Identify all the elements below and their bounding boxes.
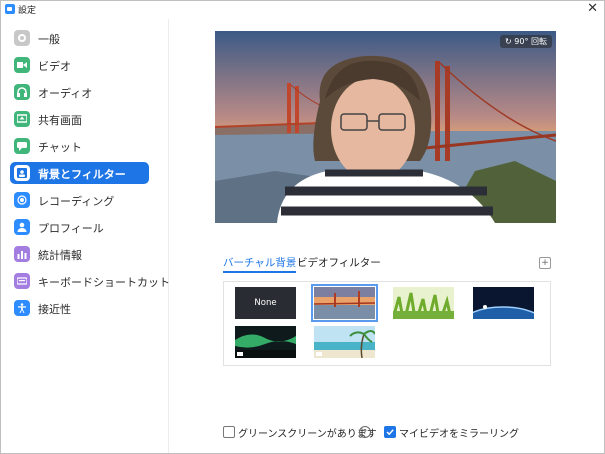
sidebar-item-label: プロフィール xyxy=(38,222,104,235)
gear-icon xyxy=(14,30,30,46)
mirror-video-label: マイビデオをミラーリング xyxy=(399,429,519,440)
title-bar: 設定 ✕ xyxy=(1,1,604,18)
video-camera-icon xyxy=(14,57,30,73)
sidebar-item-accessibility[interactable]: 接近性 xyxy=(10,297,149,319)
sidebar-item-audio[interactable]: オーディオ xyxy=(10,81,149,103)
keyboard-icon xyxy=(14,273,30,289)
tab-video-filters[interactable]: ビデオフィルター xyxy=(297,255,381,270)
sidebar-item-chat[interactable]: チャット xyxy=(10,135,149,157)
background-thumb-none[interactable]: None xyxy=(235,287,296,319)
sidebar-item-label: 背景とフィルター xyxy=(38,168,126,181)
window-title: 設定 xyxy=(18,6,37,16)
background-thumb-earth[interactable] xyxy=(473,287,534,319)
headphones-icon xyxy=(14,84,30,100)
sidebar-item-label: ビデオ xyxy=(38,60,71,73)
sidebar-item-label: レコーディング xyxy=(38,195,115,208)
sidebar-item-label: 統計情報 xyxy=(38,249,82,262)
sidebar-item-label: オーディオ xyxy=(38,87,93,100)
profile-icon xyxy=(14,219,30,235)
sidebar-item-label: 接近性 xyxy=(38,303,71,316)
bar-chart-icon xyxy=(14,246,30,262)
background-thumb-golden-gate[interactable] xyxy=(311,284,378,322)
sidebar-item-profile[interactable]: プロフィール xyxy=(10,216,149,238)
settings-sidebar: 一般 ビデオ オーディオ 共有画面 チャット 背景とフィルター レコーディング … xyxy=(1,19,170,453)
sidebar-item-general[interactable]: 一般 xyxy=(10,27,149,49)
sidebar-item-label: 一般 xyxy=(38,33,60,46)
video-preview: ↻ 90° 回転 xyxy=(215,31,556,223)
sidebar-item-keyboard-shortcuts[interactable]: キーボードショートカット xyxy=(10,270,170,292)
sidebar-item-label: 共有画面 xyxy=(38,114,82,127)
zoom-app-icon xyxy=(5,4,15,14)
close-icon[interactable]: ✕ xyxy=(587,1,598,17)
help-icon[interactable]: ? xyxy=(359,426,371,438)
sidebar-item-share-screen[interactable]: 共有画面 xyxy=(10,108,149,130)
rotate-label: 90° 回転 xyxy=(514,37,547,46)
record-icon xyxy=(14,192,30,208)
tab-virtual-background[interactable]: バーチャル背景 xyxy=(223,255,297,273)
background-person-icon xyxy=(14,165,30,181)
sidebar-item-background-filters[interactable]: 背景とフィルター xyxy=(10,162,149,184)
sidebar-item-label: キーボードショートカット xyxy=(38,276,170,289)
add-background-button[interactable]: + xyxy=(539,257,551,269)
share-screen-icon xyxy=(14,111,30,127)
accessibility-icon xyxy=(14,300,30,316)
settings-window: 設定 ✕ 一般 ビデオ オーディオ 共有画面 チャット 背景とフィルター レコー… xyxy=(0,0,605,454)
background-tabs: バーチャル背景 ビデオフィルター xyxy=(223,255,553,273)
camera-preview-image xyxy=(215,31,556,223)
background-thumb-beach[interactable] xyxy=(314,326,375,358)
background-thumb-grass[interactable] xyxy=(393,287,454,319)
settings-main-panel: ↻ 90° 回転 バーチャル背景 ビデオフィルター + None グリーンスクリ… xyxy=(169,19,604,453)
green-screen-checkbox[interactable] xyxy=(223,426,235,438)
options-row: グリーンスクリーンがあります ? マイビデオをミラーリング xyxy=(223,424,603,440)
sidebar-item-statistics[interactable]: 統計情報 xyxy=(10,243,149,265)
rotate-90-button[interactable]: ↻ 90° 回転 xyxy=(500,35,552,48)
sidebar-item-label: チャット xyxy=(38,141,82,154)
green-screen-label: グリーンスクリーンがあります xyxy=(238,429,377,440)
chat-bubble-icon xyxy=(14,138,30,154)
sidebar-item-video[interactable]: ビデオ xyxy=(10,54,149,76)
background-thumb-aurora[interactable] xyxy=(235,326,296,358)
mirror-video-checkbox[interactable] xyxy=(384,426,396,438)
sidebar-item-recording[interactable]: レコーディング xyxy=(10,189,149,211)
background-gallery: None xyxy=(223,281,551,366)
